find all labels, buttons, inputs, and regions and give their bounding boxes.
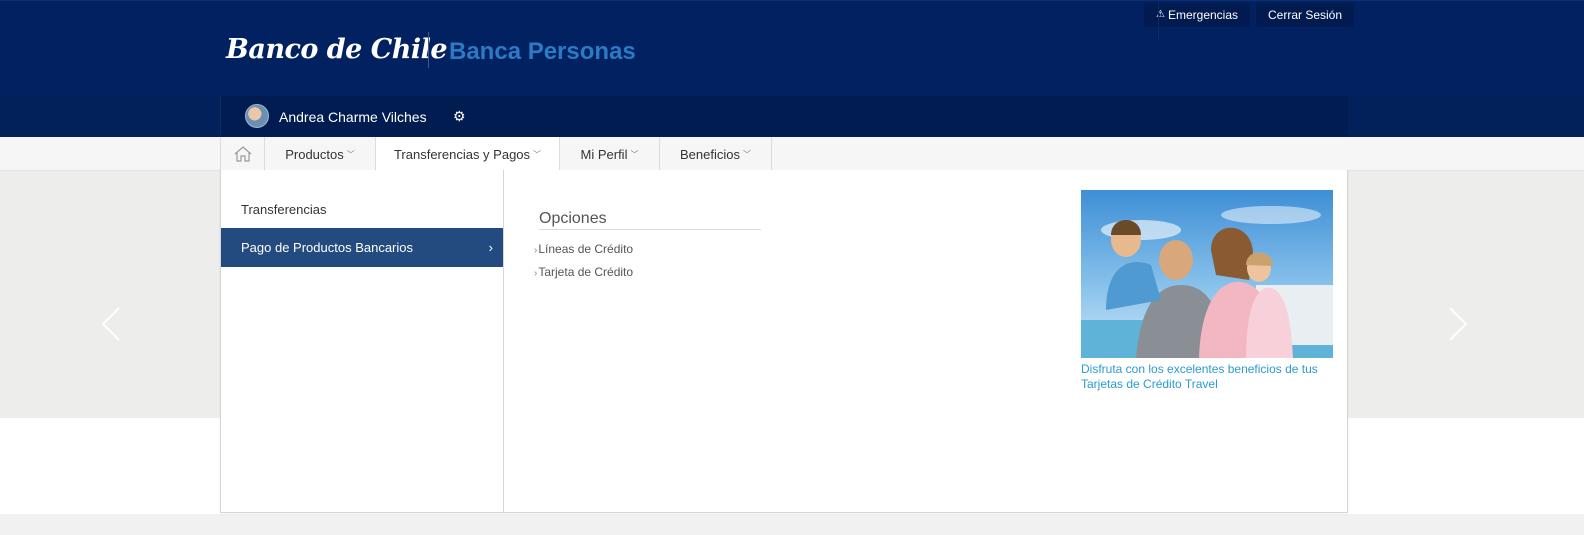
chevron-right-icon[interactable] [1446,304,1470,354]
logo-divider [428,32,429,68]
chevron-right-icon: › [534,268,538,279]
nav-productos[interactable]: Productos ﹀ [264,137,375,171]
chevron-left-icon[interactable] [99,304,123,354]
chevron-left-svg [101,307,120,341]
nav-mi-perfil-label: Mi Perfil [580,146,628,162]
promo-link[interactable]: Disfruta con los excelentes beneficios d… [1081,362,1341,392]
nav-beneficios[interactable]: Beneficios ﹀ [659,137,771,171]
user-bar [0,96,1584,137]
menu-item-pago-productos[interactable]: Pago de Productos Bancarios › [221,228,503,267]
dropdown-left-menu: Transferencias Pago de Productos Bancari… [221,170,504,512]
option-lineas-credito[interactable]: ›Líneas de Crédito [534,242,633,256]
emergencias-label: Emergencias [1167,8,1238,22]
cerrar-sesion-link[interactable]: Cerrar Sesión [1256,3,1355,27]
bank-logo[interactable]: Banco de Chile [226,34,448,65]
chevron-down-icon: ﹀ [742,149,751,159]
options-divider [539,229,761,230]
option-label: Líneas de Crédito [538,242,634,256]
options-title: Opciones [539,210,607,227]
option-label: Tarjeta de Crédito [538,265,634,279]
chevron-right-icon: › [488,240,493,255]
top-links: ⚠ Emergencias Cerrar Sesión [1144,3,1355,27]
avatar[interactable] [245,104,269,128]
page: ⚠ Emergencias Cerrar Sesión Banco de Chi… [0,0,1584,535]
nav-transferencias-pagos[interactable]: Transferencias y Pagos ﹀ [375,137,559,172]
nav-beneficios-label: Beneficios [680,146,740,162]
option-tarjeta-credito[interactable]: ›Tarjeta de Crédito [534,265,633,279]
chevron-right-icon: › [534,245,538,256]
home-icon[interactable] [220,137,264,171]
menu-item-label: Pago de Productos Bancarios [241,240,413,255]
footer-strip [0,514,1584,535]
gear-icon[interactable]: ⚙ [453,108,466,125]
menu-item-transferencias[interactable]: Transferencias [221,190,503,229]
section-title: Banca Personas [449,38,636,65]
menu-item-label: Transferencias [241,202,327,217]
user-name[interactable]: Andrea Charme Vilches [279,109,427,125]
user-bar-divider [1158,0,1159,41]
nav-transferencias-pagos-label: Transferencias y Pagos [393,146,531,162]
home-icon-svg [234,146,251,162]
chevron-down-icon: ﹀ [533,149,542,159]
chevron-right-svg [1449,307,1468,341]
nav-divider [771,137,772,171]
cerrar-sesion-label: Cerrar Sesión [1268,8,1343,22]
transferencias-dropdown: Transferencias Pago de Productos Bancari… [220,170,1348,513]
promo-family-photo [1081,190,1333,358]
chevron-down-icon: ﹀ [346,149,355,159]
nav-mi-perfil[interactable]: Mi Perfil ﹀ [559,137,659,171]
promo-image[interactable] [1081,190,1333,358]
emergencias-link[interactable]: ⚠ Emergencias [1144,3,1250,27]
nav-productos-label: Productos [285,146,344,162]
chevron-down-icon: ﹀ [630,149,639,159]
